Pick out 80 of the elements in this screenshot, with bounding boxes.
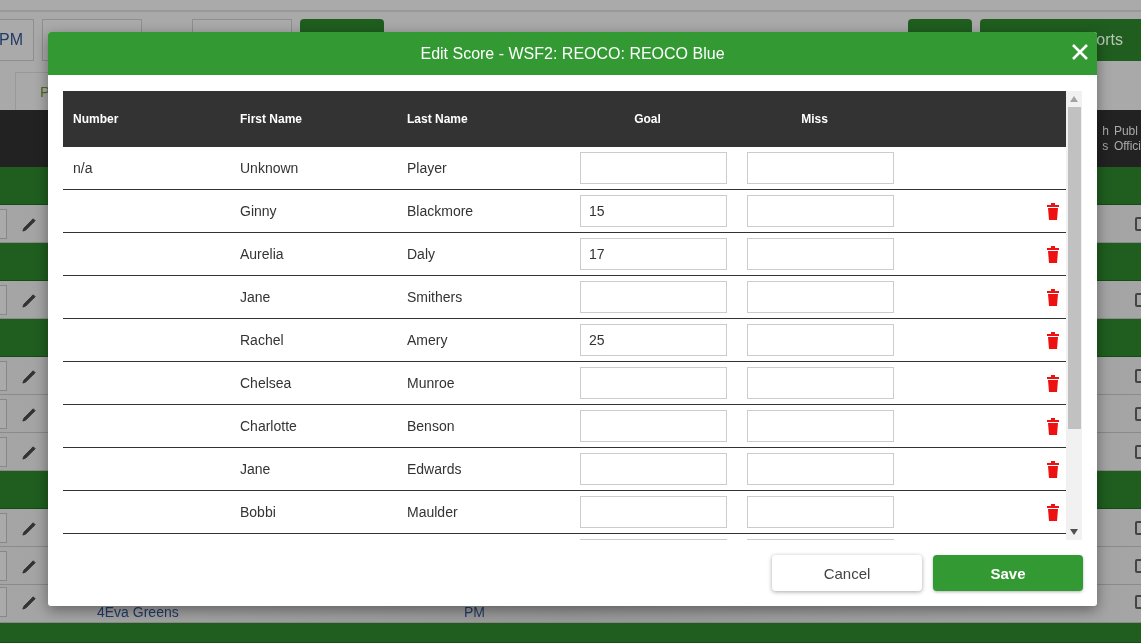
input-field[interactable] bbox=[0, 436, 7, 467]
close-button[interactable] bbox=[1071, 43, 1089, 61]
goal-field[interactable] bbox=[580, 367, 727, 399]
miss-field[interactable] bbox=[747, 367, 894, 399]
table-cell-text: Benson bbox=[406, 418, 456, 434]
miss-field[interactable] bbox=[747, 195, 894, 227]
goal-field[interactable] bbox=[580, 410, 727, 442]
column-header: h s bbox=[1102, 123, 1109, 154]
input-field[interactable] bbox=[0, 284, 7, 315]
goal-field[interactable] bbox=[580, 281, 727, 313]
input-field[interactable] bbox=[0, 512, 7, 543]
trash-icon[interactable] bbox=[1046, 288, 1060, 306]
trash-icon[interactable] bbox=[1046, 245, 1060, 263]
trash-icon[interactable] bbox=[1046, 202, 1060, 220]
table-cell-text: Player bbox=[406, 160, 448, 176]
miss-field[interactable] bbox=[747, 238, 894, 270]
table-cell-text: Edwards bbox=[406, 461, 463, 477]
pencil-icon[interactable] bbox=[21, 405, 37, 422]
table-cell-text: Charlotte bbox=[239, 418, 298, 434]
goal-field[interactable]: 15 bbox=[580, 195, 727, 227]
trash-icon[interactable] bbox=[1046, 374, 1060, 392]
input-field[interactable] bbox=[0, 398, 7, 429]
miss-field[interactable] bbox=[747, 496, 894, 528]
miss-field[interactable] bbox=[747, 281, 894, 313]
pencil-icon[interactable] bbox=[21, 215, 37, 232]
column-header: First Name bbox=[239, 112, 304, 126]
table-cell-text: Rachel bbox=[239, 332, 285, 348]
table-cell-text: Smithers bbox=[406, 289, 464, 305]
column-header: Last Name bbox=[406, 112, 469, 126]
close-icon bbox=[1071, 43, 1089, 61]
input-field[interactable] bbox=[0, 360, 7, 391]
table-cell-text: Bobbi bbox=[239, 504, 277, 520]
table-cell-text: Jane bbox=[239, 289, 272, 305]
table-cell-text: Maulder bbox=[406, 504, 459, 520]
table-cell-text: Aurelia bbox=[239, 246, 285, 262]
column-header: Goal bbox=[633, 112, 662, 126]
goal-field[interactable] bbox=[580, 152, 727, 184]
table-cell-text: Amery bbox=[406, 332, 449, 348]
goal-field[interactable]: 17 bbox=[580, 238, 727, 270]
miss-field[interactable] bbox=[747, 324, 894, 356]
scroll-thumb[interactable] bbox=[1067, 107, 1081, 429]
scrollbar[interactable] bbox=[1066, 91, 1082, 540]
miss-field[interactable] bbox=[747, 152, 894, 184]
team-name: 4Eva Greens bbox=[97, 605, 180, 619]
pencil-icon[interactable] bbox=[21, 291, 37, 308]
scroll-down-icon[interactable] bbox=[1070, 529, 1078, 535]
cancel-button[interactable]: Cancel bbox=[772, 555, 922, 591]
goal-field[interactable]: 25 bbox=[580, 324, 727, 356]
table-cell-text: Daly bbox=[406, 246, 436, 262]
time-text: PM bbox=[464, 605, 486, 619]
trash-icon[interactable] bbox=[1046, 503, 1060, 521]
trash-icon[interactable] bbox=[1046, 460, 1060, 478]
miss-field[interactable] bbox=[747, 410, 894, 442]
table-cell-text: Ginny bbox=[239, 203, 278, 219]
goal-field[interactable] bbox=[580, 496, 727, 528]
input-field[interactable] bbox=[0, 587, 7, 617]
table-cell-text: Blackmore bbox=[406, 203, 475, 219]
table-cell-text: n/a bbox=[72, 160, 94, 176]
table-cell-text: Unknown bbox=[239, 160, 300, 176]
table-cell-text: Munroe bbox=[406, 375, 456, 391]
dialog-title: Edit Score - WSF2: REOCO: REOCO Blue bbox=[420, 44, 725, 63]
pencil-icon[interactable] bbox=[21, 367, 37, 384]
column-header: Number bbox=[72, 112, 120, 126]
pencil-icon[interactable] bbox=[21, 443, 37, 460]
pencil-icon[interactable] bbox=[21, 519, 37, 536]
table-cell-text: Jane bbox=[239, 461, 272, 477]
table-cell-text: Chelsea bbox=[239, 375, 293, 391]
time-field[interactable]: PM bbox=[0, 19, 34, 61]
trash-icon[interactable] bbox=[1046, 331, 1060, 349]
column-header: Miss bbox=[800, 112, 829, 126]
input-field[interactable] bbox=[0, 208, 7, 239]
save-button[interactable]: Save bbox=[933, 555, 1083, 591]
column-header: Publ Offici bbox=[1113, 123, 1141, 154]
pencil-icon[interactable] bbox=[21, 594, 37, 610]
goal-field[interactable] bbox=[580, 453, 727, 485]
trash-icon[interactable] bbox=[1046, 417, 1060, 435]
input-field[interactable] bbox=[0, 550, 7, 581]
pencil-icon[interactable] bbox=[21, 557, 37, 574]
scroll-up-icon[interactable] bbox=[1070, 96, 1078, 102]
miss-field[interactable] bbox=[747, 453, 894, 485]
